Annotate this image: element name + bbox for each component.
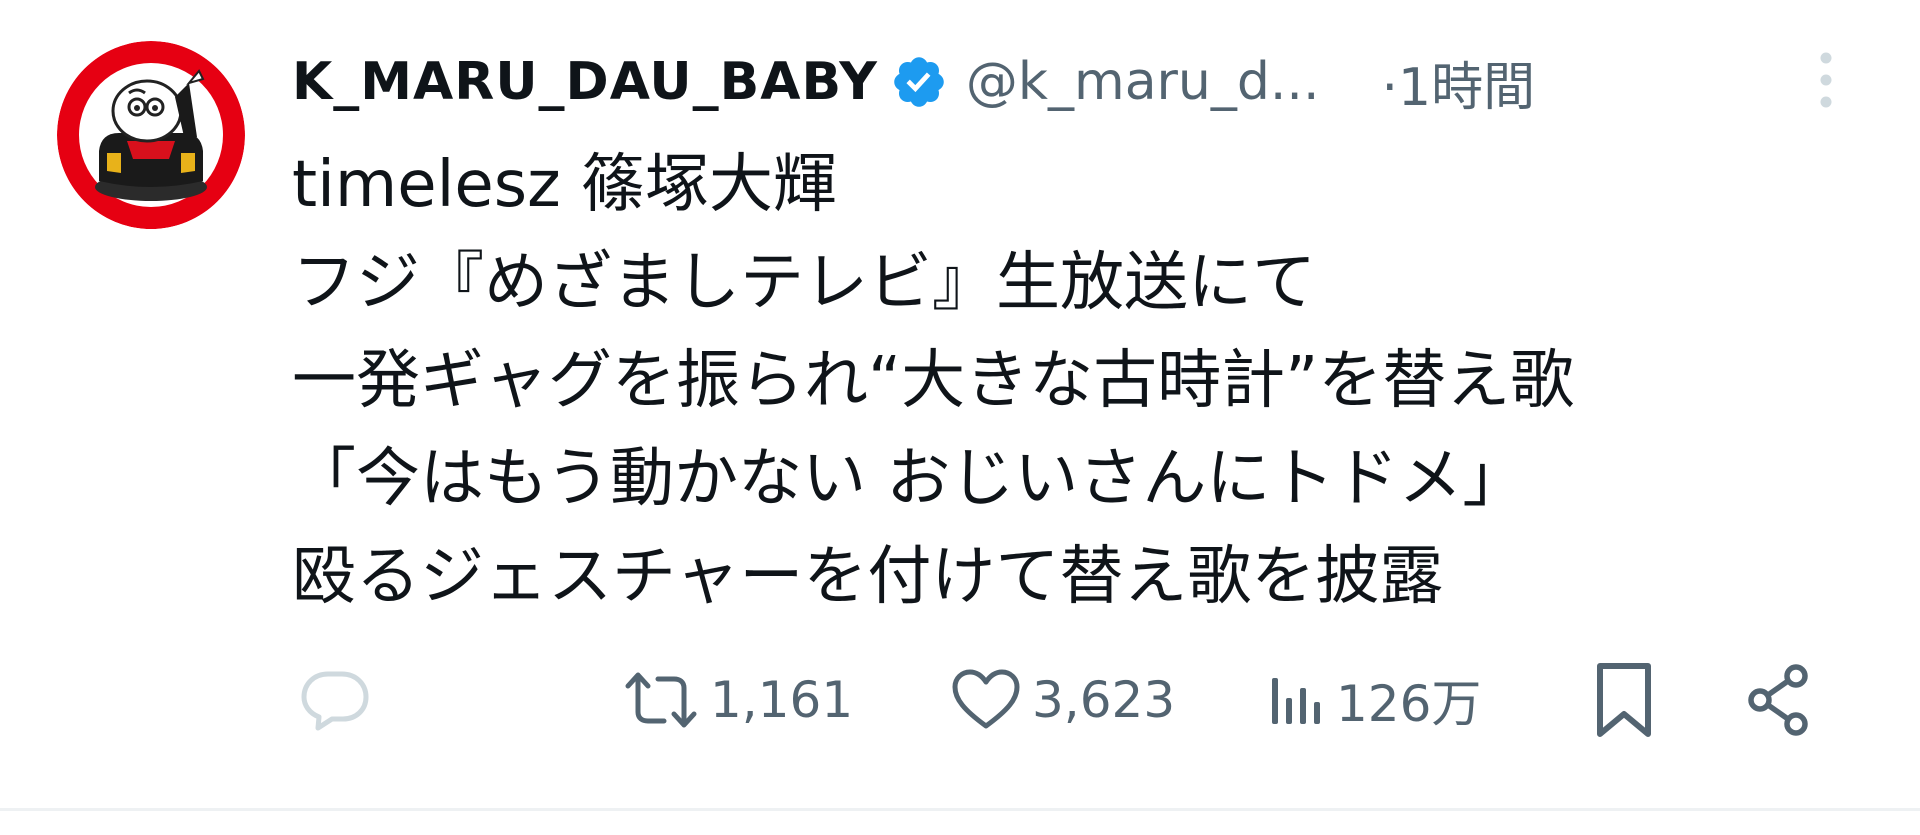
retweet-count: 1,161: [710, 671, 854, 729]
retweet-button[interactable]: 1,161: [622, 660, 853, 740]
avatar[interactable]: [57, 41, 245, 229]
verified-badge-icon: [890, 53, 948, 111]
retweet-icon: [625, 672, 697, 728]
like-button[interactable]: 3,623: [950, 660, 1175, 740]
tweet-text: timelesz 篠塚大輝 フジ『めざましテレビ』生放送にて 一発ギャグを振られ…: [292, 136, 1852, 626]
bookmark-icon: [1597, 663, 1651, 737]
user-handle[interactable]: @k_maru_d...: [966, 52, 1320, 112]
tweet-header: K_MARU_DAU_BABY @k_maru_d... ·1時間: [292, 42, 1872, 122]
tweet-text-line: 殴るジェスチャーを付けて替え歌を披露: [292, 540, 1444, 614]
tweet-card[interactable]: K_MARU_DAU_BABY @k_maru_d... ·1時間 timele…: [0, 0, 1920, 812]
tweet-text-line: timelesz 篠塚大輝: [292, 148, 838, 222]
tweet-text-line: 一発ギャグを振られ“大きな古時計”を替え歌: [292, 344, 1575, 418]
display-name[interactable]: K_MARU_DAU_BABY: [292, 52, 878, 112]
tweet-text-line: フジ『めざましテレビ』生放送にて: [292, 246, 1316, 320]
views-icon: [1272, 678, 1320, 724]
share-icon: [1748, 664, 1808, 736]
tweet-text-line: 「今はもう動かない おじいさんにトドメ」: [292, 442, 1527, 516]
more-options-icon[interactable]: [1808, 46, 1844, 114]
timestamp[interactable]: ·1時間: [1382, 45, 1536, 120]
reply-button[interactable]: [298, 660, 372, 740]
divider: [0, 808, 1920, 811]
reply-icon: [301, 671, 369, 731]
views-button[interactable]: 126万: [1268, 660, 1481, 740]
bookmark-button[interactable]: [1594, 660, 1654, 740]
heart-icon: [952, 669, 1020, 729]
action-bar: 1,161 3,623 126万: [0, 660, 1920, 740]
like-count: 3,623: [1032, 671, 1176, 729]
share-button[interactable]: [1744, 660, 1814, 740]
views-count: 126万: [1336, 675, 1482, 733]
